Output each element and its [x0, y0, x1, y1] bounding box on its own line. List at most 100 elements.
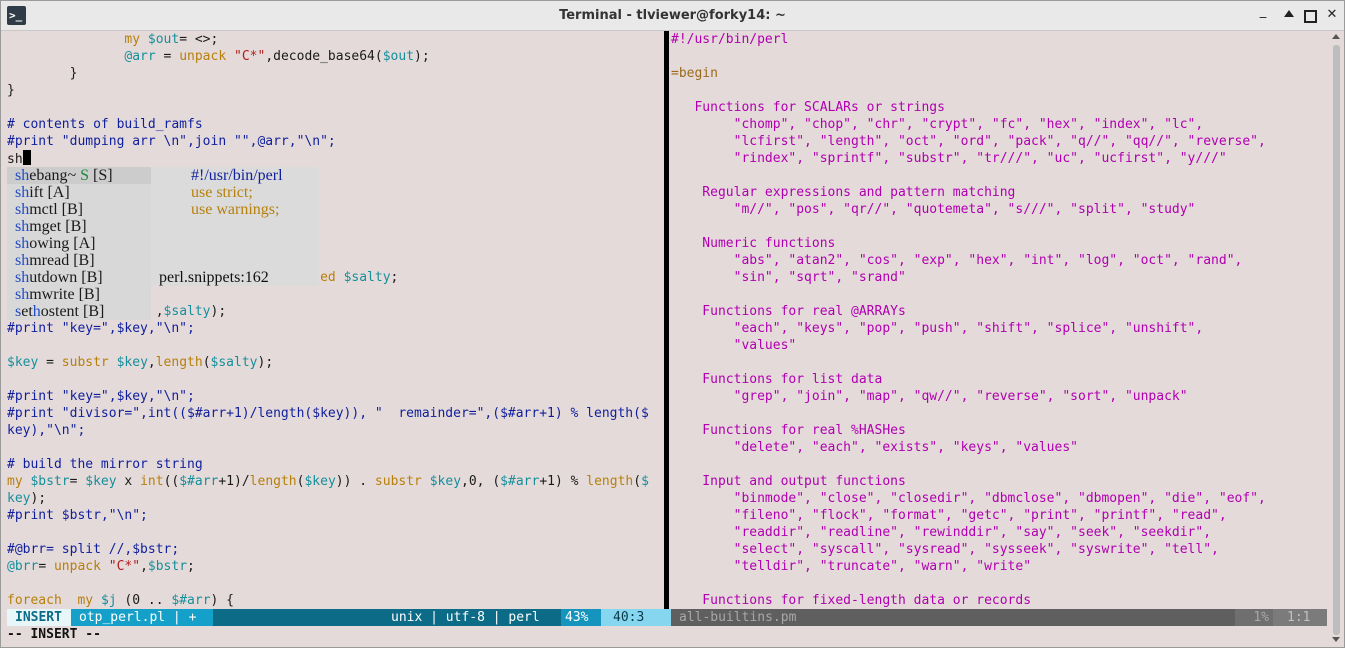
- completion-item[interactable]: shmread [B]: [7, 252, 151, 269]
- completion-item[interactable]: shift [A]: [7, 184, 151, 201]
- completion-item-rest: mread: [29, 252, 70, 269]
- completion-item[interactable]: shebang~ S [S]: [7, 167, 151, 184]
- completion-item-match: sh: [15, 218, 30, 235]
- completion-item-kind: [B]: [77, 269, 103, 286]
- doc-line: "grep", "join", "map", "qw//", "reverse"…: [671, 389, 1188, 404]
- doc-line: "telldir", "truncate", "warn", "write": [671, 559, 1032, 574]
- fileformat-indicator: unix | utf-8 | perl: [391, 610, 540, 625]
- completion-item[interactable]: shmwrite [B]: [7, 286, 151, 303]
- doc-line: [671, 354, 1327, 371]
- doc-line: [671, 286, 1327, 303]
- code-line: sh: [7, 150, 664, 167]
- completion-item[interactable]: shutdown [B]: [7, 269, 151, 286]
- code-line: #print "key=",$key,"\n";: [7, 388, 664, 405]
- snippet-preview-line: #!/usr/bin/perl: [191, 167, 283, 184]
- code-token: key: [7, 491, 31, 506]
- code-token: length: [586, 474, 634, 489]
- code-token: }: [7, 66, 78, 81]
- percent-indicator-right: 1%: [1235, 609, 1273, 626]
- code-token: ,decode_base64(: [265, 49, 383, 64]
- code-token: #print "divisor=",int(($#arr+1)/length($…: [7, 406, 649, 421]
- code-line: #print $bstr,"\n";: [7, 507, 664, 524]
- minimize-icon[interactable]: _: [1255, 4, 1271, 20]
- doc-line: "rindex", "sprintf", "substr", "tr///", …: [671, 151, 1227, 166]
- code-token: $#arr: [500, 474, 540, 489]
- code-line: #print "divisor=",int(($#arr+1)/length($…: [7, 405, 664, 422]
- scrollbar[interactable]: [1329, 31, 1344, 647]
- completion-item-kind: [B]: [61, 218, 87, 235]
- scrollbar-thumb[interactable]: [1333, 45, 1340, 635]
- code-token: $key: [429, 474, 462, 489]
- doc-line: "delete", "each", "exists", "keys", "val…: [671, 440, 1078, 455]
- title-bar[interactable]: >_ Terminal - tlviewer@forky14: ~ _ ✕: [1, 1, 1344, 31]
- doc-line: "readdir", "readline", "rewinddir", "say…: [671, 525, 1212, 540]
- completion-item[interactable]: sethostent [B]: [7, 303, 151, 320]
- code-token: );: [257, 355, 274, 370]
- code-token: my: [124, 32, 148, 47]
- scroll-up-icon[interactable]: [1332, 34, 1340, 39]
- doc-line: Regular expressions and pattern matching: [671, 185, 1016, 200]
- scroll-down-icon[interactable]: [1332, 637, 1340, 642]
- snippet-source: perl.snippets:162: [151, 269, 319, 286]
- filename-indicator-right: all-builtins.pm: [679, 610, 797, 625]
- code-token: $salty: [343, 270, 391, 285]
- code-line: my $out= <>;: [7, 31, 664, 48]
- code-token: "C*": [108, 559, 141, 574]
- code-token: );: [30, 491, 47, 506]
- completion-item[interactable]: shmget [B]: [7, 218, 151, 235]
- maximize-icon[interactable]: [1301, 7, 1317, 23]
- completion-item-match: sh: [15, 235, 30, 252]
- doc-line: "values": [671, 338, 797, 353]
- completion-item-kind: [B]: [74, 286, 100, 303]
- window-title: Terminal - tlviewer@forky14: ~: [559, 8, 786, 23]
- snippet-preview-line: use warnings;: [191, 201, 280, 218]
- completion-menu[interactable]: shebang~ S [S] shift [A] shmctl [B] shmget …: [7, 167, 151, 320]
- doc-line: [671, 48, 1327, 65]
- split-divider[interactable]: [664, 31, 669, 609]
- code-line: }: [7, 82, 664, 99]
- code-line: # contents of build_ramfs: [7, 116, 664, 133]
- doc-line: Functions for real %HASHes: [671, 423, 906, 438]
- completion-item-kind: [A]: [43, 184, 70, 201]
- code-token: @brr: [7, 559, 39, 574]
- doc-line: [671, 82, 1327, 99]
- completion-item-rest: ebang~: [29, 167, 77, 184]
- editor-pane-left[interactable]: my $out= <>; @arr = unpack "C*",decode_b…: [7, 31, 664, 609]
- code-token: int: [140, 474, 164, 489]
- text-cursor: [22, 150, 31, 165]
- code-token: length: [155, 355, 203, 370]
- shade-window-icon[interactable]: [1280, 7, 1296, 23]
- completion-item-rest: mctl: [29, 201, 58, 218]
- code-token: $out: [147, 32, 180, 47]
- doc-line: "lcfirst", "length", "oct", "ord", "pack…: [671, 134, 1266, 149]
- command-line[interactable]: -- INSERT --: [7, 626, 101, 643]
- code-token: $salty: [210, 355, 258, 370]
- code-line: @arr = unpack "C*",decode_base64($out);: [7, 48, 664, 65]
- code-token: "C*": [234, 49, 266, 64]
- code-line: my $bstr= $key x int(($#arr+1)/length($k…: [7, 473, 664, 490]
- code-token: (: [633, 474, 642, 489]
- completion-item[interactable]: showing [A]: [7, 235, 151, 252]
- completion-item-rest: mget: [29, 218, 62, 235]
- code-token: foreach: [7, 593, 78, 608]
- code-token: ,: [147, 355, 156, 370]
- code-token: $#arr: [179, 474, 219, 489]
- code-token: +1)/: [218, 474, 250, 489]
- filename-indicator: otp_perl.pl | +: [71, 609, 213, 626]
- completion-item-kind: [B]: [57, 201, 83, 218]
- completion-item-match: sh: [15, 167, 30, 184]
- code-token: ,: [140, 559, 148, 574]
- code-token: # build the mirror string: [7, 457, 203, 472]
- close-icon[interactable]: ✕: [1324, 7, 1340, 23]
- completion-item-kind: [B]: [69, 252, 95, 269]
- completion-item-kind: [B]: [79, 303, 105, 320]
- completion-item-match2: h: [32, 303, 41, 320]
- completion-item[interactable]: shmctl [B]: [7, 201, 151, 218]
- percent-indicator: 43%: [561, 609, 601, 626]
- statusline-right: all-builtins.pm 1% 1:1: [671, 609, 1327, 626]
- editor-pane-right[interactable]: #!/usr/bin/perl =begin Functions for SCAL…: [671, 31, 1327, 609]
- code-token: $: [641, 474, 649, 489]
